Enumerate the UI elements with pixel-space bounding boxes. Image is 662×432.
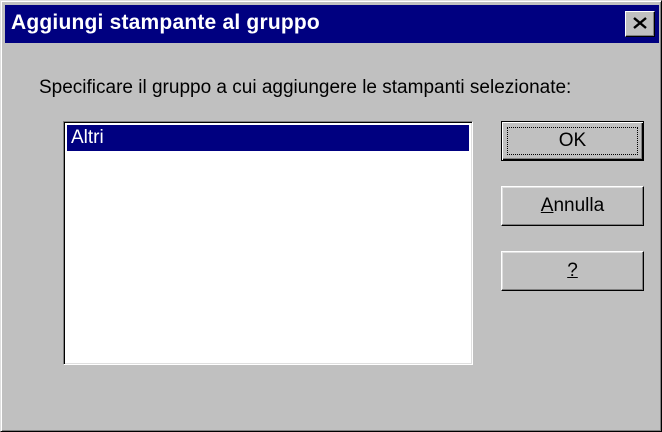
window-title: Aggiungi stampante al gruppo xyxy=(11,11,320,34)
prompt-label: Specificare il gruppo a cui aggiungere l… xyxy=(39,77,572,98)
cancel-mnemonic: A xyxy=(540,195,554,216)
close-icon xyxy=(633,17,647,29)
close-button[interactable] xyxy=(625,11,655,37)
help-mnemonic: ? xyxy=(567,260,578,281)
help-button[interactable]: ? xyxy=(501,251,644,291)
cancel-label-rest: nnulla xyxy=(553,195,605,216)
list-item[interactable]: Altri xyxy=(67,125,469,151)
group-listbox[interactable]: Altri xyxy=(63,121,473,365)
cancel-button-label: Annulla xyxy=(541,195,604,216)
cancel-button[interactable]: Annulla xyxy=(501,186,644,226)
ok-button[interactable]: OK xyxy=(501,121,644,161)
ok-button-label: OK xyxy=(558,130,587,151)
title-bar[interactable]: Aggiungi stampante al gruppo xyxy=(5,5,659,43)
add-printer-to-group-dialog: Aggiungi stampante al gruppo Specificare… xyxy=(0,0,662,432)
help-button-label: ? xyxy=(567,260,578,281)
